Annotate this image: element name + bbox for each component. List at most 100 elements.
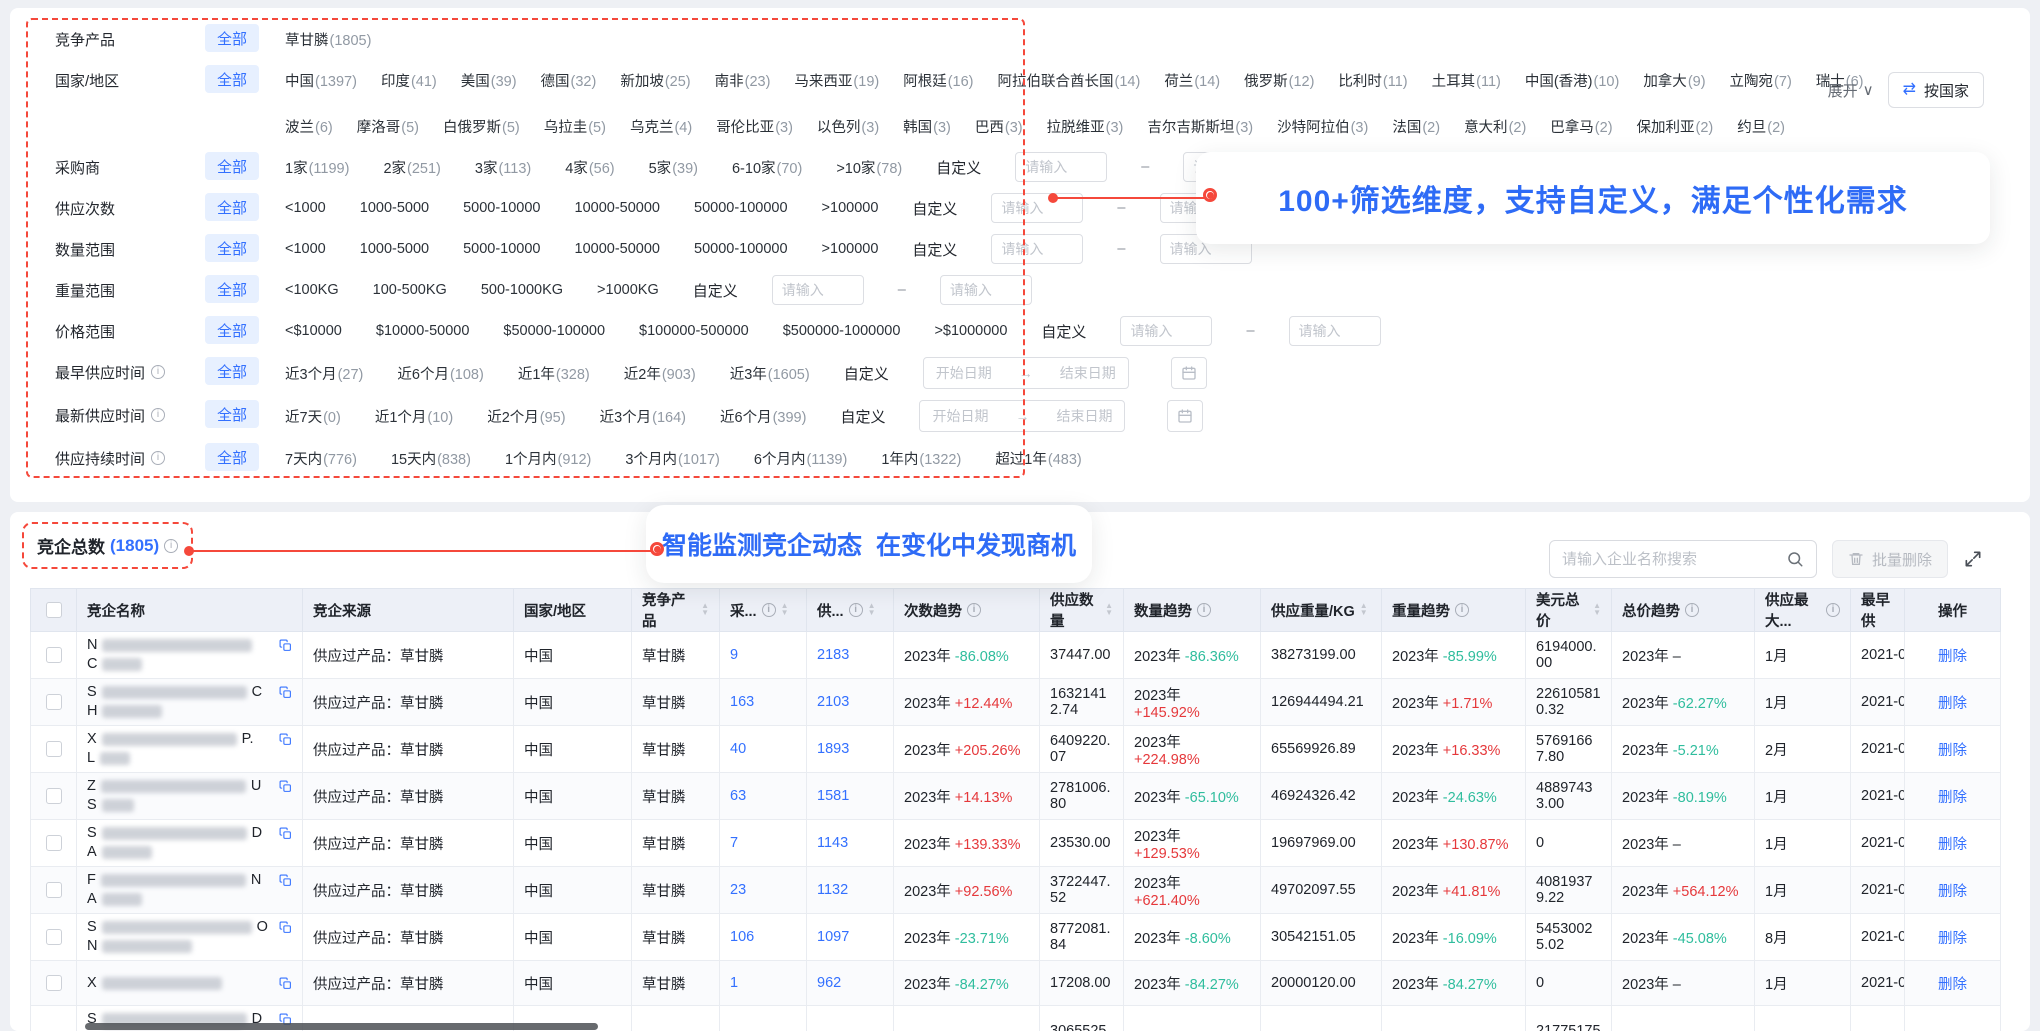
filter-option[interactable]: 立陶宛(7): [1730, 70, 1792, 91]
delete-link[interactable]: 删除: [1938, 696, 1967, 712]
row-checkbox[interactable]: [46, 741, 62, 757]
cell-buyers[interactable]: 7: [720, 820, 807, 867]
filter-option[interactable]: 1000-5000: [360, 241, 429, 257]
filter-option[interactable]: 3个月内(1017): [625, 448, 720, 469]
filter-option[interactable]: 南非(23): [715, 70, 771, 91]
filter-option[interactable]: 100-500KG: [373, 282, 447, 298]
custom-option[interactable]: 自定义: [912, 239, 957, 260]
filter-option[interactable]: 沙特阿拉伯(3): [1277, 116, 1368, 137]
delete-link[interactable]: 删除: [1938, 884, 1967, 900]
filter-option[interactable]: 15天内(838): [391, 448, 471, 469]
filter-option[interactable]: $500000-1000000: [783, 323, 901, 339]
custom-max-input[interactable]: [940, 275, 1032, 305]
copy-icon[interactable]: [279, 827, 292, 840]
filter-option[interactable]: 近2个月(95): [487, 406, 565, 427]
filter-option[interactable]: 7天内(776): [285, 448, 357, 469]
filter-option[interactable]: $50000-100000: [503, 323, 605, 339]
filter-option[interactable]: 拉脱维亚(3): [1047, 116, 1124, 137]
filter-option[interactable]: 1个月内(912): [505, 448, 591, 469]
col-header-6[interactable]: 次数趋势i: [894, 589, 1040, 632]
col-header-12[interactable]: 总价趋势i: [1612, 589, 1755, 632]
filter-option[interactable]: 乌拉圭(5): [544, 116, 606, 137]
copy-icon[interactable]: [279, 977, 292, 990]
filter-option[interactable]: 超过1年(483): [995, 448, 1081, 469]
batch-delete-button[interactable]: 批量删除: [1832, 540, 1948, 578]
copy-icon[interactable]: [279, 639, 292, 652]
filter-option[interactable]: >100000: [822, 241, 879, 257]
filter-option[interactable]: >10家(78): [836, 157, 902, 178]
filter-all-chip[interactable]: 全部: [205, 400, 259, 428]
copy-icon[interactable]: [279, 686, 292, 699]
copy-icon[interactable]: [279, 733, 292, 746]
delete-link[interactable]: 删除: [1938, 977, 1967, 993]
filter-option[interactable]: 韩国(3): [903, 116, 951, 137]
filter-option[interactable]: $100000-500000: [639, 323, 749, 339]
filter-option[interactable]: 6-10家(70): [732, 157, 802, 178]
date-range-input[interactable]: 开始日期→结束日期: [923, 357, 1129, 389]
delete-link[interactable]: 删除: [1938, 649, 1967, 665]
cell-supplies[interactable]: 2183: [807, 632, 894, 679]
col-header-2[interactable]: 国家/地区: [514, 589, 632, 632]
cell-supplies[interactable]: 2103: [807, 679, 894, 726]
filter-option[interactable]: 500-1000KG: [481, 282, 563, 298]
filter-option[interactable]: 近6个月(399): [720, 406, 806, 427]
copy-icon[interactable]: [279, 921, 292, 934]
filter-all-chip[interactable]: 全部: [205, 443, 259, 471]
filter-option[interactable]: 1家(1199): [285, 157, 349, 178]
col-header-1[interactable]: 竞企来源: [303, 589, 514, 632]
filter-option[interactable]: 1年内(1322): [881, 448, 961, 469]
cell-supplies[interactable]: 847: [807, 1006, 894, 1031]
sort-icon[interactable]: ▲▼: [781, 603, 789, 617]
custom-option[interactable]: 自定义: [693, 280, 738, 301]
cell-supplies[interactable]: 1893: [807, 726, 894, 773]
filter-option[interactable]: 约旦(2): [1737, 116, 1785, 137]
cell-supplies[interactable]: 962: [807, 961, 894, 1006]
by-country-button[interactable]: ⇄按国家: [1888, 72, 1984, 108]
delete-link[interactable]: 删除: [1938, 790, 1967, 806]
filter-option[interactable]: 近3年(1605): [730, 363, 810, 384]
cell-supplies[interactable]: 1097: [807, 914, 894, 961]
expand-toggle[interactable]: 展开∨: [1828, 80, 1874, 101]
info-icon[interactable]: i: [164, 539, 178, 553]
filter-option[interactable]: 中国(香港)(10): [1525, 70, 1619, 91]
custom-min-input[interactable]: [991, 234, 1083, 264]
filter-option[interactable]: 近7天(0): [285, 406, 341, 427]
filter-option[interactable]: 摩洛哥(5): [357, 116, 419, 137]
filter-option[interactable]: 近3个月(164): [600, 406, 686, 427]
filter-option[interactable]: >$1000000: [934, 323, 1007, 339]
filter-option[interactable]: 5000-10000: [463, 200, 540, 216]
filter-option[interactable]: 50000-100000: [694, 200, 788, 216]
info-icon[interactable]: i: [1685, 603, 1699, 617]
row-checkbox[interactable]: [46, 835, 62, 851]
copy-icon[interactable]: [279, 874, 292, 887]
copy-icon[interactable]: [279, 780, 292, 793]
filter-option[interactable]: <1000: [285, 241, 326, 257]
col-header-4[interactable]: 采...i▲▼: [720, 589, 807, 632]
filter-option[interactable]: 以色列(3): [817, 116, 879, 137]
filter-option[interactable]: 比利时(11): [1338, 70, 1407, 91]
row-checkbox[interactable]: [46, 694, 62, 710]
horizontal-scrollbar[interactable]: [85, 1023, 598, 1030]
search-input[interactable]: [1562, 551, 1778, 568]
filter-option[interactable]: 加拿大(9): [1643, 70, 1705, 91]
delete-link[interactable]: 删除: [1938, 743, 1967, 759]
filter-option[interactable]: 4家(56): [565, 157, 614, 178]
filter-option[interactable]: 印度(41): [381, 70, 437, 91]
cell-buyers[interactable]: 63: [720, 773, 807, 820]
filter-option[interactable]: 美国(39): [461, 70, 517, 91]
col-header-9[interactable]: 供应重量/KG▲▼: [1261, 589, 1382, 632]
calendar-button[interactable]: [1171, 357, 1207, 389]
custom-max-input[interactable]: [1289, 316, 1381, 346]
row-checkbox[interactable]: [46, 929, 62, 945]
col-header-3[interactable]: 竞争产品▲▼: [632, 589, 720, 632]
filter-option[interactable]: <100KG: [285, 282, 339, 298]
sort-icon[interactable]: ▲▼: [1105, 603, 1113, 617]
custom-option[interactable]: 自定义: [1041, 321, 1086, 342]
filter-option[interactable]: 6个月内(1139): [754, 448, 847, 469]
filter-option[interactable]: 阿根廷(16): [903, 70, 973, 91]
filter-all-chip[interactable]: 全部: [205, 24, 259, 52]
custom-option[interactable]: 自定义: [912, 198, 957, 219]
sort-icon[interactable]: ▲▼: [868, 603, 876, 617]
info-icon[interactable]: i: [151, 408, 165, 422]
custom-min-input[interactable]: [1015, 152, 1107, 182]
